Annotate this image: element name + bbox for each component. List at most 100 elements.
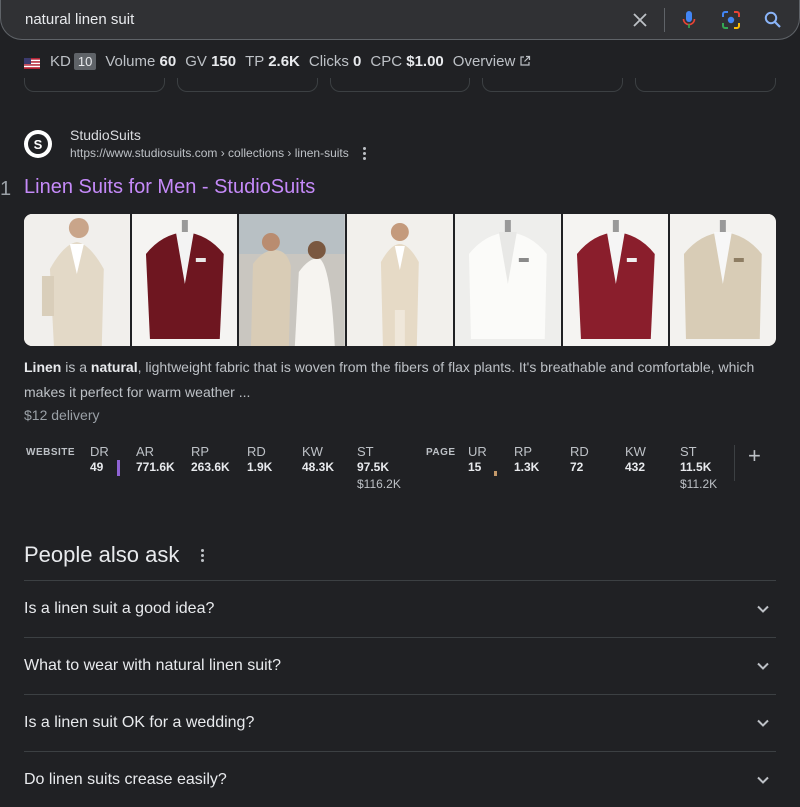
kd-value: 10 — [73, 52, 97, 70]
search-icon[interactable] — [763, 10, 783, 30]
search-divider — [664, 7, 665, 32]
filter-chip[interactable] — [329, 78, 471, 92]
cpc-metric: CPC $1.00 — [370, 53, 443, 70]
clear-icon[interactable] — [630, 10, 650, 30]
ur-label: UR — [468, 444, 487, 459]
chevron-down-icon — [757, 776, 769, 784]
chevron-down-icon — [757, 719, 769, 727]
paa-question[interactable]: Is a linen suit a good idea? — [24, 580, 776, 637]
lens-icon[interactable] — [721, 10, 741, 30]
paa-question[interactable]: Do linen suits crease easily? — [24, 751, 776, 807]
site-url: https://www.studiosuits.com › collection… — [70, 146, 349, 160]
result-site-header[interactable]: S StudioSuits https://www.studiosuits.co… — [0, 126, 800, 162]
us-flag-icon — [24, 56, 40, 69]
keyword-metrics-bar: KD 10 Volume 60 GV 150 TP 2.6K Clicks 0 C… — [0, 44, 800, 78]
serp-metrics: WEBSITE DR 49 AR 771.6K RP 263.6K RD 1.9… — [24, 443, 776, 499]
more-options-icon[interactable] — [362, 146, 366, 160]
tp-metric: TP 2.6K — [245, 53, 300, 70]
page-label: PAGE — [426, 447, 456, 458]
clicks-metric: Clicks 0 — [309, 53, 362, 70]
snippet-bold-natural: natural — [90, 359, 138, 375]
result-snippet: Linen is a natural, lightweight fabric t… — [24, 355, 776, 405]
page-rd-value: 72 — [570, 460, 584, 474]
ar-value: 771.6K — [136, 460, 175, 474]
tp-value: 2.6K — [268, 52, 300, 70]
thumbnail[interactable] — [347, 214, 453, 346]
snippet-bold-linen: Linen — [24, 359, 62, 375]
paa-question-text: Do linen suits crease easily? — [24, 771, 227, 788]
thumbnail[interactable] — [24, 214, 130, 346]
filter-chip[interactable] — [635, 78, 776, 92]
paa-question[interactable]: Is a linen suit OK for a wedding? — [24, 694, 776, 751]
metric-kw: KW 48.3K — [302, 445, 334, 475]
paa-question-text: What to wear with natural linen suit? — [24, 657, 282, 674]
page-rp-label: RP — [514, 444, 533, 459]
metric-ur: UR 15 — [468, 445, 487, 475]
cpc-value: $1.00 — [406, 52, 444, 70]
chevron-down-icon — [757, 605, 769, 613]
thumbnail[interactable] — [131, 214, 238, 346]
rank-number: 1 — [0, 178, 12, 200]
search-input[interactable] — [25, 11, 630, 28]
metric-st: ST 97.5K $116.2K — [357, 445, 401, 493]
rp-label: RP — [191, 444, 210, 459]
paa-question[interactable]: What to wear with natural linen suit? — [24, 637, 776, 694]
page-kw-value: 432 — [625, 460, 646, 474]
search-result: S StudioSuits https://www.studiosuits.co… — [0, 126, 800, 491]
add-metric-button[interactable]: + — [748, 443, 761, 469]
result-title-link[interactable]: Linen Suits for Men - StudioSuits — [24, 176, 315, 199]
thumbnail[interactable] — [670, 214, 776, 346]
metric-page-st: ST 11.5K $11.2K — [680, 445, 717, 493]
kw-value: 48.3K — [302, 460, 335, 474]
site-favicon: S — [24, 130, 52, 158]
search-bar — [0, 0, 800, 40]
page-st-sub-value: $11.2K — [680, 477, 718, 491]
paa-list: Is a linen suit a good idea? What to wea… — [24, 580, 776, 807]
thumbnail[interactable] — [454, 214, 561, 346]
metric-dr: DR 49 — [90, 445, 109, 475]
filter-chip[interactable] — [24, 78, 165, 92]
overview-label: Overview — [452, 52, 516, 70]
paa-header: People also ask — [24, 538, 776, 572]
serp-page: KD10 Volume 60 GV 150 TP 2.6K Clicks 0 C… — [0, 0, 800, 807]
delivery-info: $12 delivery — [24, 407, 100, 423]
metric-ar: AR 771.6K — [136, 445, 175, 475]
gv-value: 150 — [211, 52, 237, 70]
external-link-icon — [520, 55, 531, 66]
paa-title: People also ask — [24, 542, 180, 567]
filter-chip[interactable] — [482, 78, 624, 92]
kd-metric: KD 10 — [50, 52, 97, 70]
ur-value: 15 — [468, 460, 482, 474]
thumbnail[interactable] — [562, 214, 669, 346]
page-rd-label: RD — [570, 444, 589, 459]
gv-metric: GV 150 — [185, 53, 236, 70]
kw-label: KW — [302, 444, 323, 459]
site-meta: StudioSuits https://www.studiosuits.com … — [70, 126, 366, 162]
volume-label: Volume — [105, 52, 156, 70]
cpc-label: CPC — [370, 52, 403, 70]
page-st-label: ST — [680, 444, 697, 459]
filter-chip[interactable] — [176, 78, 318, 92]
people-also-ask: People also ask Is a linen suit a good i… — [24, 538, 776, 807]
overview-link[interactable]: Overview — [453, 53, 532, 70]
metric-rp: RP 263.6K — [191, 445, 230, 475]
site-url-row: https://www.studiosuits.com › collection… — [70, 144, 366, 162]
metric-page-rp: RP 1.3K — [514, 445, 539, 475]
paa-more-options-icon[interactable] — [201, 548, 205, 562]
page-rp-value: 1.3K — [514, 460, 540, 474]
thumbnail[interactable] — [239, 214, 346, 346]
st-label: ST — [357, 444, 374, 459]
chevron-down-icon — [757, 662, 769, 670]
snippet-text-1: is a — [61, 359, 91, 375]
paa-question-text: Is a linen suit a good idea? — [24, 600, 215, 617]
volume-metric: Volume 60 — [105, 53, 176, 70]
rp-value: 263.6K — [191, 460, 230, 474]
tp-label: TP — [245, 52, 265, 70]
metric-page-rd: RD 72 — [570, 445, 589, 475]
rd-label: RD — [247, 444, 266, 459]
page-st-value: 11.5K — [680, 460, 712, 474]
page-kw-label: KW — [625, 444, 646, 459]
clicks-value: 0 — [353, 52, 362, 70]
microphone-icon[interactable] — [679, 10, 699, 30]
metric-rd: RD 1.9K — [247, 445, 272, 475]
